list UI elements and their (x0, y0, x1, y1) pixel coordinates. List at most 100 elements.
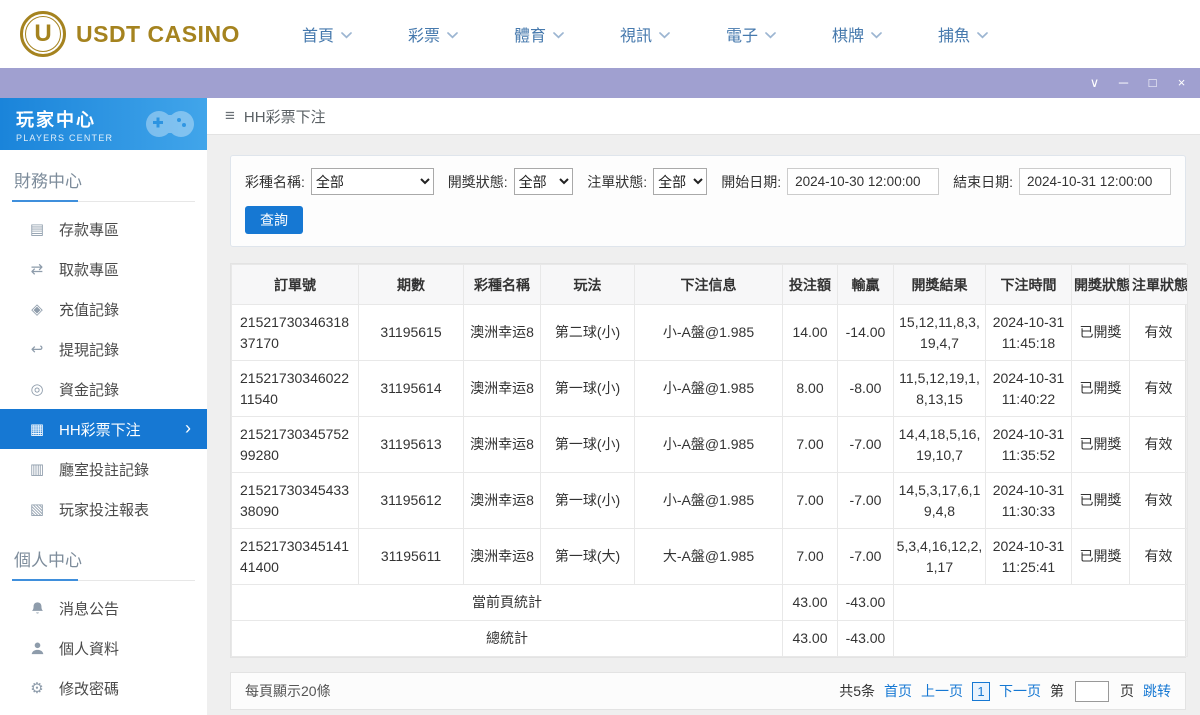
sidebar-item-announcements[interactable]: 消息公告 (0, 588, 207, 628)
sidebar-item-label: 修改密碼 (59, 680, 120, 698)
nav-item-label: 體育 (513, 28, 546, 45)
column-header-5: 投注額 (782, 264, 838, 305)
logo[interactable]: U USDT CASINO (20, 11, 240, 57)
top-bar: U USDT CASINO 首頁 彩票 體育 視訊 電子 棋牌 捕魚 (0, 0, 1200, 68)
nav-item-label: 彩票 (407, 28, 440, 45)
draw-status-select[interactable]: 全部 (513, 168, 574, 195)
start-date-input[interactable] (787, 168, 940, 195)
table-footer: 每頁顯示20條 共5条 首页 上一页 1 下一页 第 页 跳转 (230, 672, 1186, 710)
prev-page-link[interactable]: 上一页 (921, 681, 963, 701)
content: 彩種名稱: 全部 開獎狀態: 全部 注單狀態: 全部 開始日期: 結束日期: (207, 135, 1200, 710)
filter-panel: 彩種名稱: 全部 開獎狀態: 全部 注單狀態: 全部 開始日期: 結束日期: (230, 155, 1186, 247)
start-date-label: 開始日期: (721, 173, 782, 190)
cell-r0-c5: 14.00 (782, 304, 838, 361)
hamburger-icon[interactable]: ≡ (225, 106, 235, 126)
chevron-down-icon (977, 31, 988, 39)
window-collapse-icon[interactable]: ∨ (1080, 68, 1109, 98)
sidebar-item-room-bet-records[interactable]: ▥ 廳室投註記錄 (0, 449, 207, 489)
sidebar-item-deposit[interactable]: ▤ 存款專區 (0, 209, 207, 249)
cell-r3-c10: 有效 (1129, 472, 1188, 529)
order-status-select[interactable]: 全部 (653, 168, 708, 195)
window-maximize-icon[interactable]: □ (1138, 68, 1167, 98)
sidebar: 玩家中心 PLAYERS CENTER 財務中心 ▤ 存款專區 ⇄ 取款專區 ◈ 充值記錄 ↩… (0, 98, 207, 715)
recharge-record-icon: ◈ (31, 301, 43, 318)
bets-table: 訂單號 期數 彩種名稱 玩法 下注信息 投注額 輸贏 開獎結果 下注時間 開獎狀態 注單狀態 215… (231, 264, 1188, 657)
nav-item-5[interactable]: 電子 (726, 22, 776, 46)
cell-r3-c2: 澳洲幸运8 (463, 472, 541, 529)
cell-r0-c9: 已開獎 (1071, 304, 1130, 361)
column-header-3: 玩法 (540, 264, 635, 305)
first-page-link[interactable]: 首页 (884, 681, 912, 701)
window-close-icon[interactable]: × (1167, 68, 1196, 98)
pagination: 共5条 首页 上一页 1 下一页 第 页 跳转 (839, 680, 1171, 702)
nav-item-label: 首頁 (301, 28, 334, 45)
nav-item-1[interactable]: 首頁 (302, 22, 352, 46)
window-minimize-icon[interactable]: ─ (1109, 68, 1138, 98)
search-button[interactable]: 查詢 (245, 206, 303, 234)
cell-r0-c6: -14.00 (837, 304, 894, 361)
cell-r4-c2: 澳洲幸运8 (463, 528, 541, 585)
end-date-input[interactable] (1019, 168, 1171, 195)
lottery-filter-label: 彩種名稱: (245, 173, 305, 190)
next-page-link[interactable]: 下一页 (999, 681, 1041, 701)
sidebar-item-recharge-records[interactable]: ◈ 充值記錄 (0, 289, 207, 329)
main-nav: 首頁 彩票 體育 視訊 電子 棋牌 捕魚 (302, 22, 988, 46)
bell-icon (28, 601, 46, 616)
app-shell: 玩家中心 PLAYERS CENTER 財務中心 ▤ 存款專區 ⇄ 取款專區 ◈ 充值記錄 ↩… (0, 98, 1200, 715)
table-row: 2152173034543338090 31195612 澳洲幸运8 第一球(小) 小-… (231, 472, 1188, 529)
gear-icon: ⚙ (30, 680, 44, 697)
sidebar-item-change-password[interactable]: ⚙ 修改密碼 (0, 668, 207, 708)
sidebar-item-label: 玩家投注報表 (59, 501, 150, 519)
nav-item-6[interactable]: 棋牌 (832, 22, 882, 46)
sidebar-menu: 財務中心 ▤ 存款專區 ⇄ 取款專區 ◈ 充值記錄 ↩ 提現記錄 ◎ 資金記錄 ▦ HH彩票下注 ▥ 廳室投… (0, 167, 207, 715)
sidebar-item-funds-records[interactable]: ◎ 資金記錄 (0, 369, 207, 409)
current-page[interactable]: 1 (972, 681, 990, 701)
jump-label-prefix: 第 (1050, 683, 1064, 699)
logo-initial: U (34, 20, 52, 47)
summary-bet-total: 43.00 (782, 584, 838, 621)
cell-r0-c4: 小-A盤@1.985 (634, 304, 783, 361)
sidebar-item-hh-lottery-bets[interactable]: ▦ HH彩票下注 (0, 409, 207, 449)
sidebar-item-withdraw[interactable]: ⇄ 取款專區 (0, 249, 207, 289)
table-row: 2152173034631837170 31195615 澳洲幸运8 第二球(小) 小-… (231, 304, 1188, 361)
summary-row-1: 總統計 43.00 -43.00 (231, 620, 1188, 657)
nav-item-7[interactable]: 捕魚 (938, 22, 988, 46)
column-header-0: 訂單號 (231, 264, 359, 305)
summary-row-0: 當前頁統計 43.00 -43.00 (231, 584, 1188, 621)
cell-r1-c6: -8.00 (837, 360, 894, 417)
sidebar-item-label: 充值記錄 (59, 301, 120, 319)
cell-r2-c9: 已開獎 (1071, 416, 1130, 473)
cell-r0-c2: 澳洲幸运8 (463, 304, 541, 361)
sidebar-item-withdrawal-records[interactable]: ↩ 提現記錄 (0, 329, 207, 369)
column-header-4: 下注信息 (634, 264, 783, 305)
nav-item-3[interactable]: 體育 (514, 22, 564, 46)
cell-r0-c8: 2024-10-31 11:45:18 (985, 304, 1072, 361)
breadcrumb-bar: ≡ HH彩票下注 (207, 98, 1200, 135)
sidebar-item-label: 資金記錄 (59, 381, 120, 399)
cell-r4-c7: 5,3,4,16,12,2,1,17 (893, 528, 986, 585)
column-header-9: 開獎狀態 (1071, 264, 1130, 305)
cell-r3-c1: 31195612 (358, 472, 464, 529)
bets-table-card: 訂單號 期數 彩種名稱 玩法 下注信息 投注額 輸贏 開獎結果 下注時間 開獎狀態 注單狀態 215… (230, 263, 1188, 658)
table-header-row: 訂單號 期數 彩種名稱 玩法 下注信息 投注額 輸贏 開獎結果 下注時間 開獎狀態 注單狀態 (231, 264, 1188, 305)
breadcrumb: HH彩票下注 (243, 108, 326, 126)
nav-item-4[interactable]: 視訊 (620, 22, 670, 46)
cell-r2-c2: 澳洲幸运8 (463, 416, 541, 473)
sidebar-item-profile[interactable]: 個人資料 (0, 628, 207, 668)
lottery-select[interactable]: 全部 (310, 168, 434, 195)
chevron-down-icon (871, 31, 882, 39)
cell-r1-c5: 8.00 (782, 360, 838, 417)
nav-item-label: 視訊 (620, 28, 653, 45)
sidebar-section-header-0: 財務中心 (12, 167, 195, 202)
column-header-1: 期數 (358, 264, 464, 305)
nav-item-2[interactable]: 彩票 (408, 22, 458, 46)
cell-r1-c1: 31195614 (358, 360, 464, 417)
nav-item-label: 棋牌 (832, 28, 865, 45)
jump-page-input[interactable] (1075, 680, 1109, 702)
jump-button[interactable]: 跳转 (1143, 681, 1171, 701)
cell-r2-c8: 2024-10-31 11:35:52 (985, 416, 1072, 473)
table-row: 2152173034602211540 31195614 澳洲幸运8 第一球(小) 小-… (231, 360, 1188, 417)
sidebar-item-player-bet-report[interactable]: ▧ 玩家投注報表 (0, 489, 207, 529)
cell-r3-c5: 7.00 (782, 472, 838, 529)
cell-r3-c8: 2024-10-31 11:30:33 (985, 472, 1072, 529)
